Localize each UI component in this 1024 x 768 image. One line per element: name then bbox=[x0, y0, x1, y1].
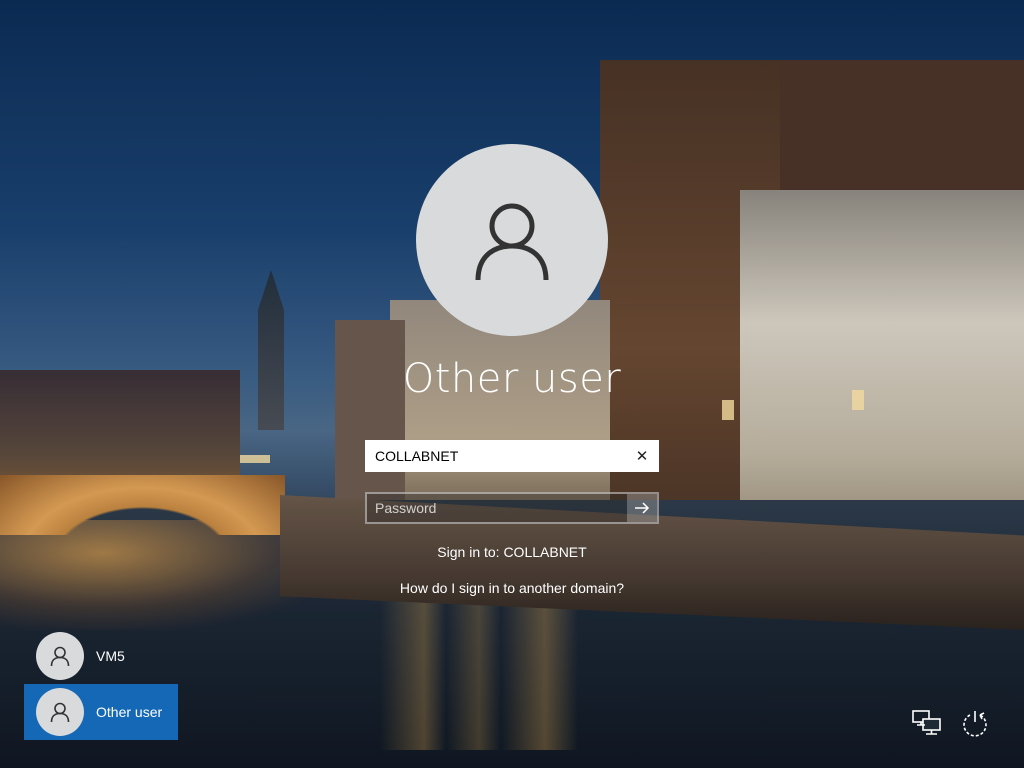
network-button[interactable] bbox=[910, 706, 944, 740]
password-field-container bbox=[365, 492, 659, 524]
person-icon bbox=[50, 646, 70, 667]
password-input[interactable] bbox=[367, 494, 627, 522]
username-field-container: ✕ bbox=[365, 440, 659, 472]
arrow-right-icon bbox=[635, 502, 650, 514]
user-list-item-vm5[interactable]: VM5 bbox=[24, 628, 178, 684]
avatar bbox=[36, 688, 84, 736]
submit-button[interactable] bbox=[627, 494, 657, 522]
user-name: Other user bbox=[96, 704, 163, 720]
power-button[interactable] bbox=[958, 706, 992, 740]
person-icon bbox=[50, 702, 70, 723]
other-domain-help-link[interactable]: How do I sign in to another domain? bbox=[0, 580, 1024, 596]
account-name: Other user bbox=[402, 356, 622, 402]
user-name: VM5 bbox=[96, 648, 125, 664]
user-avatar bbox=[416, 144, 608, 336]
network-icon bbox=[912, 710, 941, 735]
username-input[interactable] bbox=[367, 442, 627, 470]
user-list-item-other-user[interactable]: Other user bbox=[24, 684, 178, 740]
person-icon bbox=[475, 203, 549, 281]
close-icon[interactable]: ✕ bbox=[627, 442, 657, 470]
power-icon bbox=[963, 711, 987, 737]
sign-in-domain-text: Sign in to: COLLABNET bbox=[437, 544, 587, 560]
avatar bbox=[36, 632, 84, 680]
